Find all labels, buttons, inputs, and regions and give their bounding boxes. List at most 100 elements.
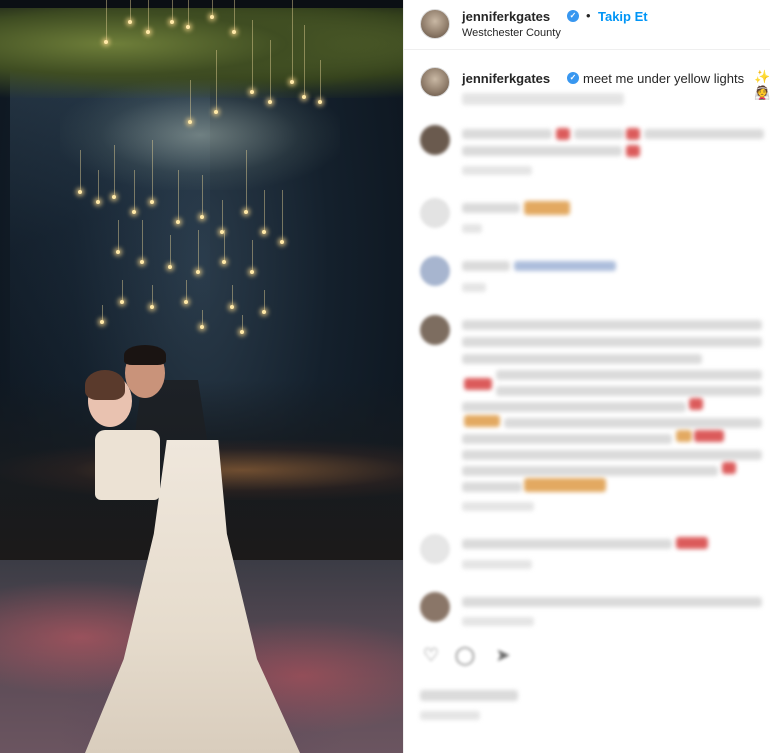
light-bulb bbox=[200, 325, 204, 329]
header-separator: • bbox=[586, 8, 591, 23]
light-wire bbox=[187, 0, 189, 25]
bride-bodice bbox=[95, 430, 160, 500]
comment-blurred bbox=[644, 129, 764, 139]
light-bulb bbox=[100, 320, 104, 324]
light-bulb bbox=[302, 95, 306, 99]
light-bulb bbox=[232, 30, 236, 34]
light-bulb bbox=[240, 330, 244, 334]
comment-meta-blurred bbox=[462, 617, 534, 626]
light-bulb bbox=[186, 25, 190, 29]
light-wire bbox=[133, 170, 135, 210]
post-sidebar: jenniferkgates ✓ • Takip Et Westchester … bbox=[403, 0, 770, 753]
share-icon[interactable]: ➤ bbox=[492, 644, 514, 666]
light-wire bbox=[97, 170, 99, 200]
comment-meta-blurred bbox=[462, 224, 482, 233]
light-bulb bbox=[196, 270, 200, 274]
light-wire bbox=[269, 40, 271, 100]
comment-blurred bbox=[496, 386, 762, 396]
comment-avatar[interactable] bbox=[420, 125, 450, 155]
post-photo bbox=[0, 0, 403, 753]
comment-avatar[interactable] bbox=[420, 256, 450, 286]
comment-blurred bbox=[462, 482, 522, 492]
comment-icon[interactable]: ◯ bbox=[454, 644, 476, 666]
light-wire bbox=[263, 290, 265, 310]
light-bulb bbox=[184, 300, 188, 304]
light-wire bbox=[231, 285, 233, 305]
comment-emoji-blurred bbox=[676, 430, 692, 442]
light-bulb bbox=[244, 210, 248, 214]
comment-meta-blurred bbox=[462, 560, 532, 569]
comment-avatar[interactable] bbox=[420, 315, 450, 345]
comment-emoji-blurred bbox=[626, 128, 640, 140]
comment-avatar[interactable] bbox=[420, 198, 450, 228]
bride-hair bbox=[85, 370, 125, 400]
author-avatar[interactable] bbox=[420, 9, 450, 39]
comment-blurred bbox=[496, 370, 762, 380]
light-bulb bbox=[268, 100, 272, 104]
comment-blurred bbox=[462, 597, 762, 607]
comment-blurred bbox=[462, 203, 520, 213]
light-bulb bbox=[120, 300, 124, 304]
comment-blurred bbox=[462, 539, 672, 549]
light-bulb bbox=[280, 240, 284, 244]
light-wire bbox=[151, 140, 153, 200]
light-bulb bbox=[78, 190, 82, 194]
light-bulb bbox=[146, 30, 150, 34]
comment-blurred bbox=[462, 337, 762, 347]
light-wire bbox=[303, 25, 305, 95]
heart-icon[interactable]: ♡ bbox=[420, 644, 442, 666]
comment-avatar[interactable] bbox=[420, 534, 450, 564]
comment-avatar[interactable] bbox=[420, 592, 450, 622]
comment-blurred bbox=[462, 354, 702, 364]
light-wire bbox=[141, 220, 143, 260]
light-bulb bbox=[250, 90, 254, 94]
light-wire bbox=[121, 280, 123, 300]
light-bulb bbox=[222, 260, 226, 264]
light-bulb bbox=[150, 305, 154, 309]
caption-avatar[interactable] bbox=[420, 67, 450, 97]
light-bulb bbox=[168, 265, 172, 269]
comment-blurred bbox=[574, 129, 624, 139]
light-bulb bbox=[170, 20, 174, 24]
light-wire bbox=[223, 230, 225, 260]
caption-text: meet me under yellow lights bbox=[583, 71, 745, 86]
light-bulb bbox=[250, 270, 254, 274]
comment-emoji-blurred bbox=[722, 462, 736, 474]
light-bulb bbox=[104, 40, 108, 44]
caption-username[interactable]: jenniferkgates bbox=[462, 71, 550, 86]
caption-verified-icon: ✓ bbox=[567, 72, 579, 84]
light-wire bbox=[171, 0, 173, 20]
light-wire bbox=[201, 175, 203, 215]
light-wire bbox=[105, 0, 107, 40]
verified-badge-icon: ✓ bbox=[567, 10, 579, 22]
comment-blurred bbox=[462, 434, 672, 444]
light-bulb bbox=[262, 310, 266, 314]
light-bulb bbox=[262, 230, 266, 234]
light-wire bbox=[319, 60, 321, 100]
light-wire bbox=[129, 0, 131, 20]
light-bulb bbox=[140, 260, 144, 264]
comment-blurred bbox=[462, 466, 718, 476]
light-bulb bbox=[96, 200, 100, 204]
post-date-blurred bbox=[420, 711, 480, 720]
post-location[interactable]: Westchester County bbox=[462, 27, 561, 39]
likes-count-blurred bbox=[420, 690, 518, 701]
light-wire bbox=[251, 240, 253, 270]
comment-emoji-blurred bbox=[556, 128, 570, 140]
comment-emoji-blurred bbox=[689, 398, 703, 410]
light-wire bbox=[215, 50, 217, 110]
comment-emoji-blurred bbox=[524, 201, 570, 215]
light-bulb bbox=[210, 15, 214, 19]
light-wire bbox=[169, 235, 171, 265]
light-wire bbox=[101, 305, 103, 320]
author-username[interactable]: jenniferkgates bbox=[462, 9, 550, 24]
light-wire bbox=[233, 0, 235, 30]
follow-button[interactable]: Takip Et bbox=[598, 9, 648, 24]
light-wire bbox=[113, 145, 115, 195]
light-bulb bbox=[176, 220, 180, 224]
light-bulb bbox=[150, 200, 154, 204]
floral-mist bbox=[60, 80, 340, 190]
light-wire bbox=[147, 0, 149, 30]
light-bulb bbox=[230, 305, 234, 309]
comment-emoji-blurred bbox=[676, 537, 708, 549]
